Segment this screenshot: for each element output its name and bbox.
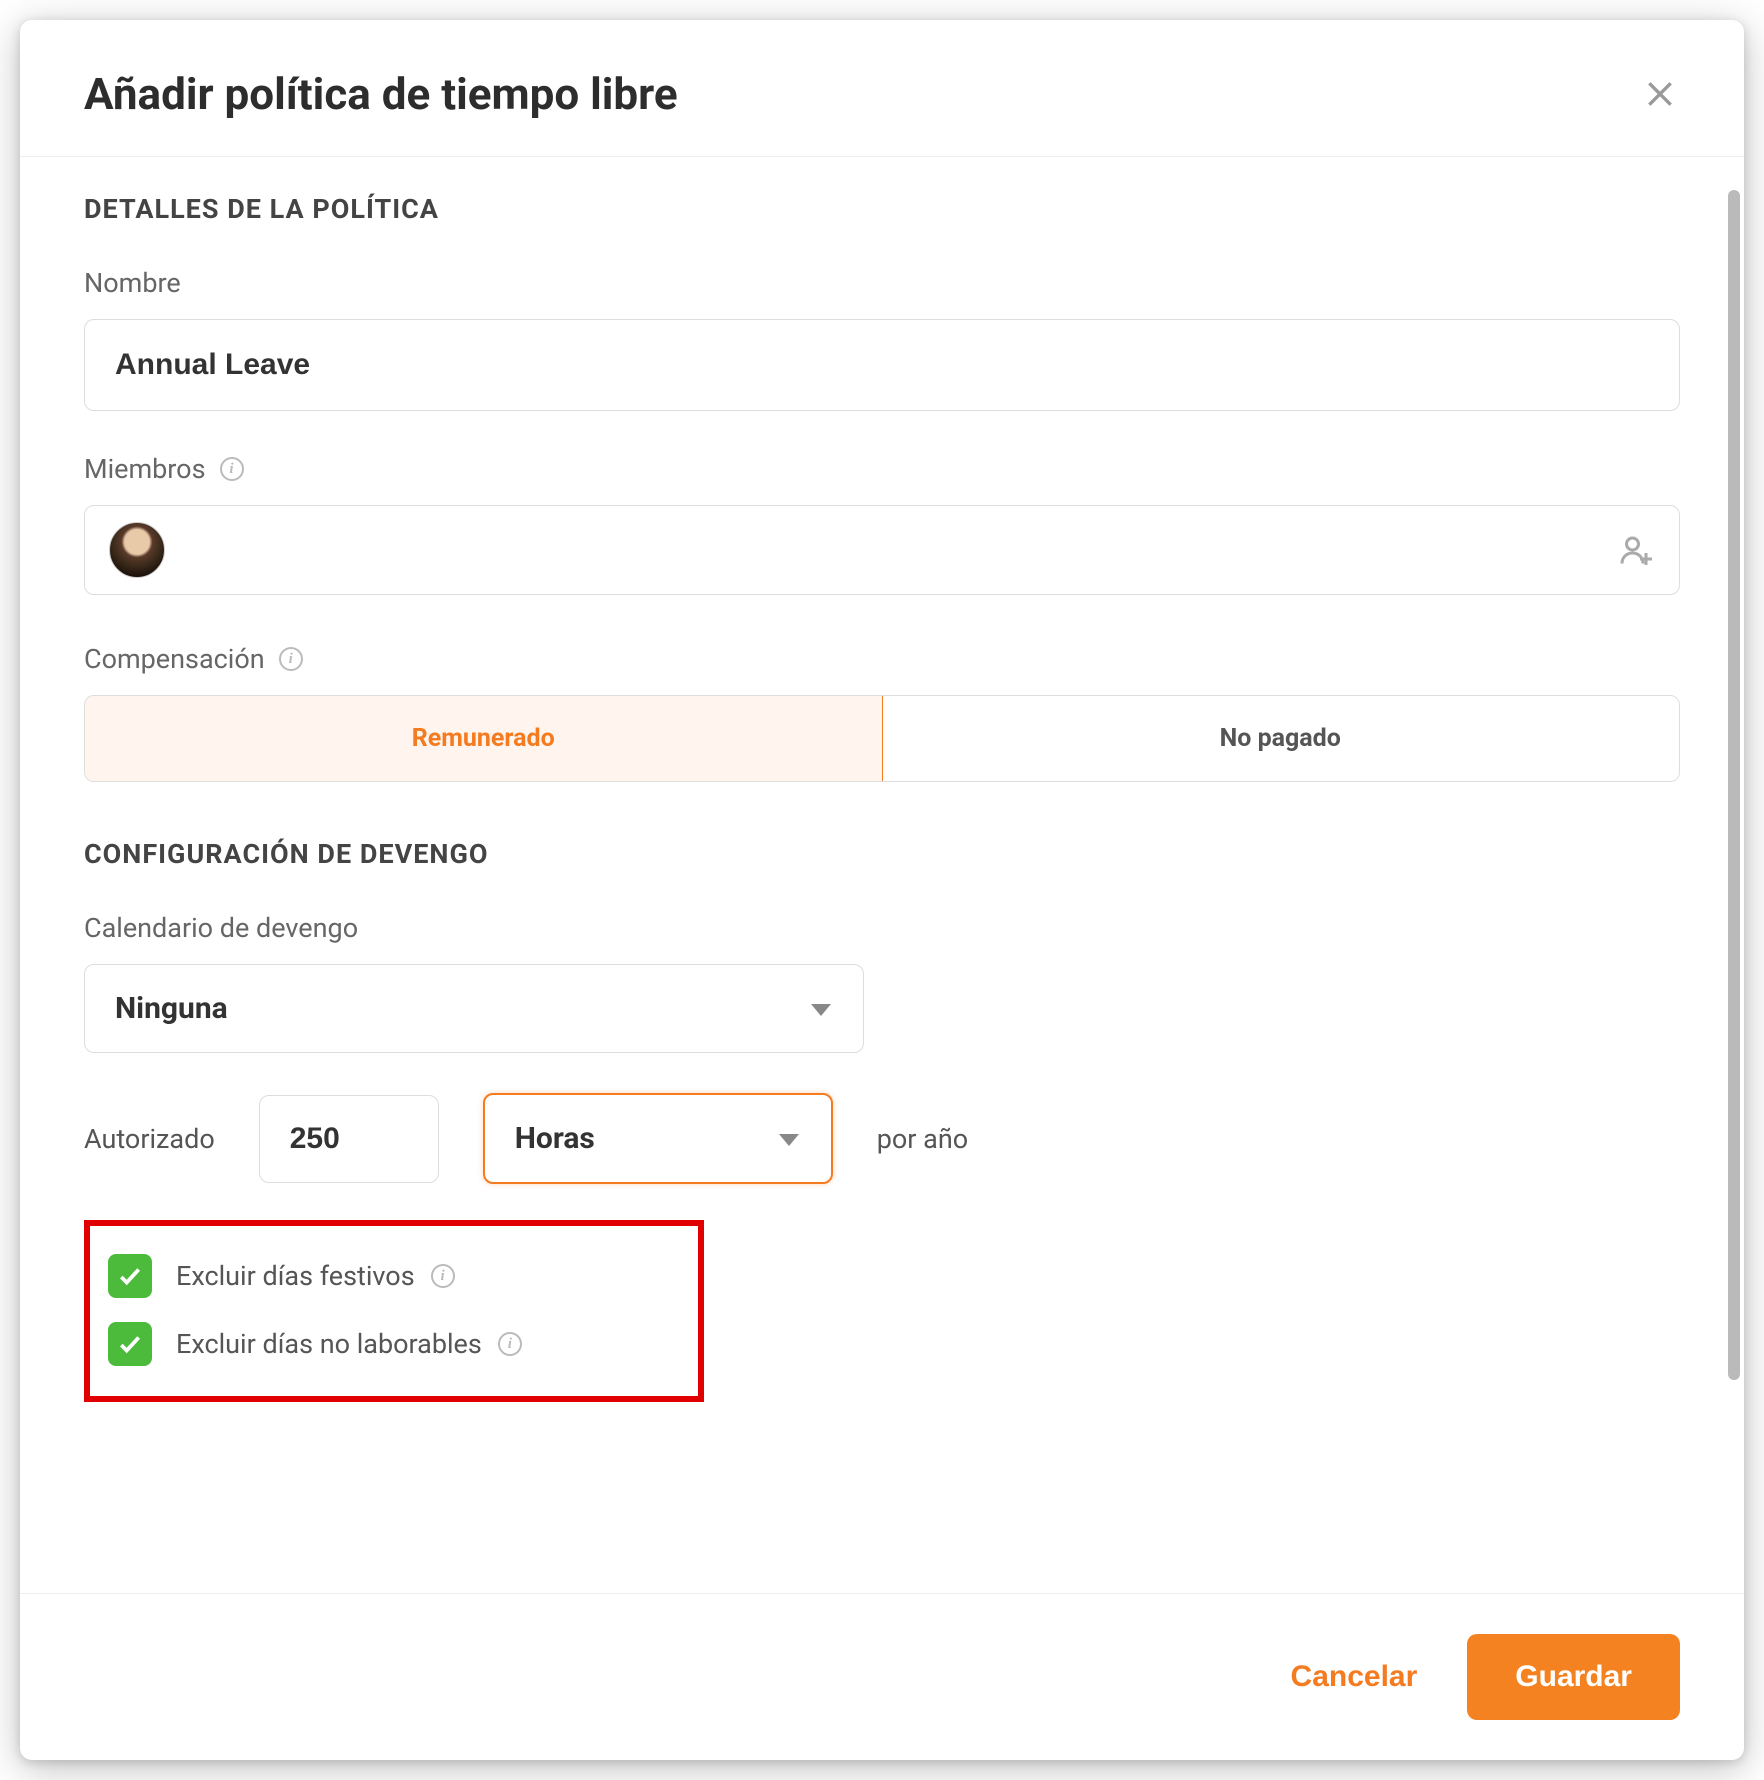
info-icon[interactable]: i — [220, 457, 244, 481]
units-select[interactable]: Horas — [483, 1093, 833, 1184]
check-icon — [117, 1263, 143, 1289]
save-button[interactable]: Guardar — [1467, 1634, 1680, 1720]
members-label: Miembros i — [84, 453, 1680, 485]
highlight-box: Excluir días festivos i Excluir días no … — [84, 1220, 704, 1402]
add-member-icon[interactable] — [1619, 532, 1655, 568]
allowed-label: Autorizado — [84, 1123, 215, 1155]
cancel-button[interactable]: Cancelar — [1281, 1642, 1428, 1712]
chevron-down-icon — [777, 1121, 801, 1156]
compensation-toggle: Remunerado No pagado — [84, 695, 1680, 782]
schedule-label: Calendario de devengo — [84, 912, 1680, 944]
exclude-nonworking-label: Excluir días no laborables i — [176, 1328, 522, 1360]
per-year-label: por año — [877, 1123, 968, 1155]
schedule-select[interactable]: Ninguna — [84, 964, 864, 1053]
modal-footer: Cancelar Guardar — [20, 1593, 1744, 1760]
members-input[interactable] — [84, 505, 1680, 595]
compensation-label: Compensación i — [84, 643, 1680, 675]
name-input[interactable] — [84, 319, 1680, 411]
close-icon — [1644, 78, 1676, 110]
section-title-accrual: CONFIGURACIÓN DE DEVENGO — [84, 838, 1680, 870]
info-icon[interactable]: i — [498, 1332, 522, 1356]
info-icon[interactable]: i — [279, 647, 303, 671]
allowed-input[interactable] — [259, 1095, 439, 1183]
close-button[interactable] — [1640, 74, 1680, 114]
compensation-unpaid[interactable]: No pagado — [882, 696, 1680, 781]
exclude-holidays-label: Excluir días festivos i — [176, 1260, 455, 1292]
exclude-holidays-row: Excluir días festivos i — [108, 1242, 680, 1310]
member-avatar[interactable] — [109, 522, 165, 578]
exclude-nonworking-checkbox[interactable] — [108, 1322, 152, 1366]
allowed-row: Autorizado Horas por año — [84, 1093, 1680, 1184]
exclude-holidays-checkbox[interactable] — [108, 1254, 152, 1298]
compensation-paid[interactable]: Remunerado — [84, 695, 883, 782]
modal-header: Añadir política de tiempo libre — [20, 20, 1744, 157]
modal-title: Añadir política de tiempo libre — [84, 68, 678, 120]
name-label: Nombre — [84, 267, 1680, 299]
exclude-nonworking-row: Excluir días no laborables i — [108, 1310, 680, 1378]
check-icon — [117, 1331, 143, 1357]
section-title-policy-details: DETALLES DE LA POLÍTICA — [84, 193, 1680, 225]
modal-add-timeoff-policy: Añadir política de tiempo libre DETALLES… — [20, 20, 1744, 1760]
info-icon[interactable]: i — [431, 1264, 455, 1288]
modal-body: DETALLES DE LA POLÍTICA Nombre Miembros … — [20, 157, 1744, 1593]
scrollbar[interactable] — [1728, 190, 1740, 1380]
chevron-down-icon — [809, 991, 833, 1026]
